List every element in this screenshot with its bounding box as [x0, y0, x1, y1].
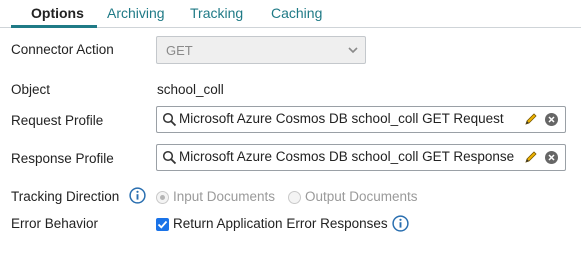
check-icon	[157, 220, 168, 229]
chevron-down-icon	[348, 47, 358, 54]
output-documents-radio[interactable]	[288, 191, 301, 204]
request-profile-value: Microsoft Azure Cosmos DB school_coll GE…	[179, 111, 504, 126]
connector-action-select[interactable]: GET	[156, 36, 366, 64]
connector-action-value: GET	[166, 43, 193, 58]
tab-bar: Options Archiving Tracking Caching	[0, 0, 581, 28]
search-icon[interactable]	[162, 150, 177, 165]
input-documents-label: Input Documents	[173, 189, 276, 204]
response-profile-label: Response Profile	[11, 151, 114, 166]
request-profile-label: Request Profile	[11, 113, 104, 128]
input-documents-radio[interactable]	[156, 191, 169, 204]
info-icon[interactable]	[129, 187, 146, 204]
object-value: school_coll	[157, 82, 224, 97]
clear-icon[interactable]	[544, 150, 559, 165]
info-icon[interactable]	[392, 215, 409, 232]
response-profile-value: Microsoft Azure Cosmos DB school_coll GE…	[179, 149, 515, 164]
active-tab-underline	[11, 25, 97, 28]
object-label: Object	[11, 82, 51, 97]
clear-icon[interactable]	[544, 112, 559, 127]
request-profile-field[interactable]: Microsoft Azure Cosmos DB school_coll GE…	[156, 106, 566, 133]
connector-action-label: Connector Action	[11, 42, 114, 57]
search-icon[interactable]	[162, 112, 177, 127]
return-errors-label: Return Application Error Responses	[173, 216, 388, 231]
tab-tracking[interactable]: Tracking	[190, 5, 243, 21]
pencil-icon[interactable]	[524, 150, 538, 164]
tab-archiving[interactable]: Archiving	[107, 5, 165, 21]
return-errors-checkbox[interactable]	[156, 218, 169, 231]
tab-options[interactable]: Options	[31, 5, 84, 21]
pencil-icon[interactable]	[524, 112, 538, 126]
tab-caching[interactable]: Caching	[271, 5, 322, 21]
tracking-direction-label: Tracking Direction	[11, 189, 120, 204]
response-profile-field[interactable]: Microsoft Azure Cosmos DB school_coll GE…	[156, 144, 566, 171]
output-documents-label: Output Documents	[305, 189, 418, 204]
error-behavior-label: Error Behavior	[11, 216, 99, 231]
